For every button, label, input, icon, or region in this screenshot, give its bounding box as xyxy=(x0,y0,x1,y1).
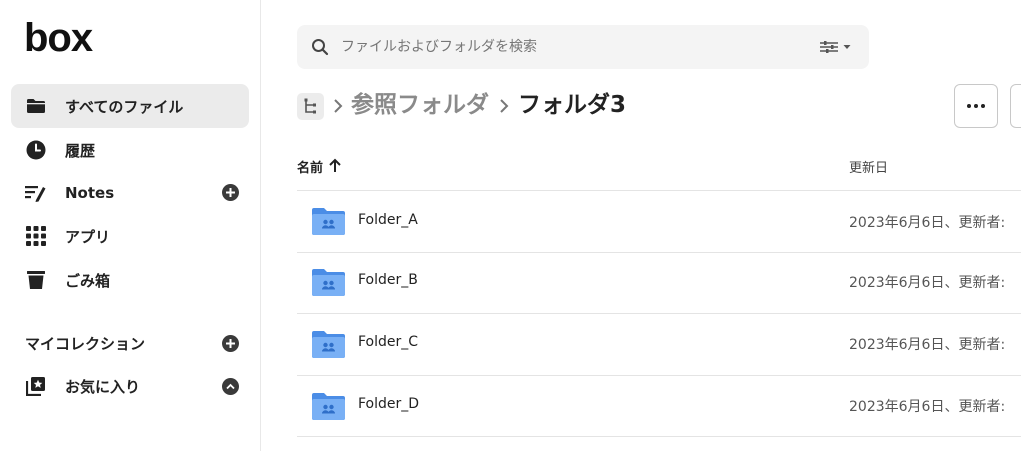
shared-folder-icon xyxy=(312,393,345,420)
more-options-button[interactable] xyxy=(954,84,998,128)
trash-icon xyxy=(25,269,47,291)
collapse-favorites-icon[interactable] xyxy=(222,378,239,395)
table-row[interactable]: Folder_D 2023年6月6日、更新者: xyxy=(297,376,1021,437)
shared-folder-icon xyxy=(312,208,345,235)
folder-name[interactable]: Folder_D xyxy=(358,396,419,412)
sidebar: box すべてのファイル 履歴 Notes アプリ ごみ箱 マイコレクション お… xyxy=(0,0,261,451)
sidebar-item-label: お気に入り xyxy=(65,377,141,396)
modified-info: 2023年6月6日、更新者: xyxy=(849,275,1006,291)
table-row[interactable]: Folder_A 2023年6月6日、更新者: xyxy=(297,191,1021,252)
folder-name[interactable]: Folder_B xyxy=(358,272,418,288)
chevron-down-icon xyxy=(843,45,851,49)
folder-tree-icon xyxy=(304,98,316,114)
folder-icon xyxy=(25,95,47,117)
add-note-icon[interactable] xyxy=(222,184,239,201)
sidebar-item-label: ごみ箱 xyxy=(65,271,111,290)
shared-folder-icon xyxy=(312,331,345,358)
search-icon xyxy=(311,38,329,56)
sidebar-item-label: アプリ xyxy=(65,227,111,246)
sort-ascending-icon[interactable] xyxy=(328,158,342,173)
sidebar-item-favorites[interactable]: お気に入り xyxy=(11,364,249,408)
apps-grid-icon xyxy=(25,225,47,247)
modified-info: 2023年6月6日、更新者: xyxy=(849,399,1006,415)
sidebar-item-trash[interactable]: ごみ箱 xyxy=(11,258,249,302)
folder-name[interactable]: Folder_A xyxy=(358,212,418,228)
chevron-right-icon xyxy=(331,95,345,117)
sidebar-item-notes[interactable]: Notes xyxy=(11,171,249,215)
new-item-button[interactable] xyxy=(1010,84,1021,128)
sidebar-item-label: 履歴 xyxy=(65,141,96,160)
shared-folder-icon xyxy=(312,269,345,296)
search-input[interactable] xyxy=(341,25,801,69)
breadcrumb-current: フォルダ3 xyxy=(518,92,627,118)
box-logo[interactable]: box xyxy=(24,18,93,58)
more-dots-icon xyxy=(967,104,971,108)
modified-info: 2023年6月6日、更新者: xyxy=(849,337,1006,353)
breadcrumb-root-button[interactable] xyxy=(297,93,324,120)
sidebar-item-apps[interactable]: アプリ xyxy=(11,214,249,258)
clock-icon xyxy=(25,139,47,161)
star-collection-icon xyxy=(25,375,47,397)
modified-info: 2023年6月6日、更新者: xyxy=(849,215,1006,231)
column-header-modified[interactable]: 更新日 xyxy=(849,157,888,176)
table-row[interactable]: Folder_C 2023年6月6日、更新者: xyxy=(297,314,1021,375)
chevron-right-icon xyxy=(497,95,511,117)
divider xyxy=(297,436,1021,437)
notes-icon xyxy=(25,182,47,204)
sidebar-item-label: Notes xyxy=(65,184,115,202)
search-bar xyxy=(297,25,869,69)
sidebar-item-label: すべてのファイル xyxy=(65,97,184,116)
sidebar-item-all-files[interactable]: すべてのファイル xyxy=(11,84,249,128)
folder-name[interactable]: Folder_C xyxy=(358,334,418,350)
search-filter-button[interactable] xyxy=(819,38,855,56)
table-row[interactable]: Folder_B 2023年6月6日、更新者: xyxy=(297,253,1021,314)
filter-sliders-icon xyxy=(820,41,838,53)
sidebar-item-history[interactable]: 履歴 xyxy=(11,128,249,172)
column-header-name[interactable]: 名前 xyxy=(297,157,323,176)
breadcrumb-item[interactable]: 参照フォルダ xyxy=(351,90,489,120)
add-collection-icon[interactable] xyxy=(222,335,239,352)
my-collections-heading: マイコレクション xyxy=(25,335,146,353)
